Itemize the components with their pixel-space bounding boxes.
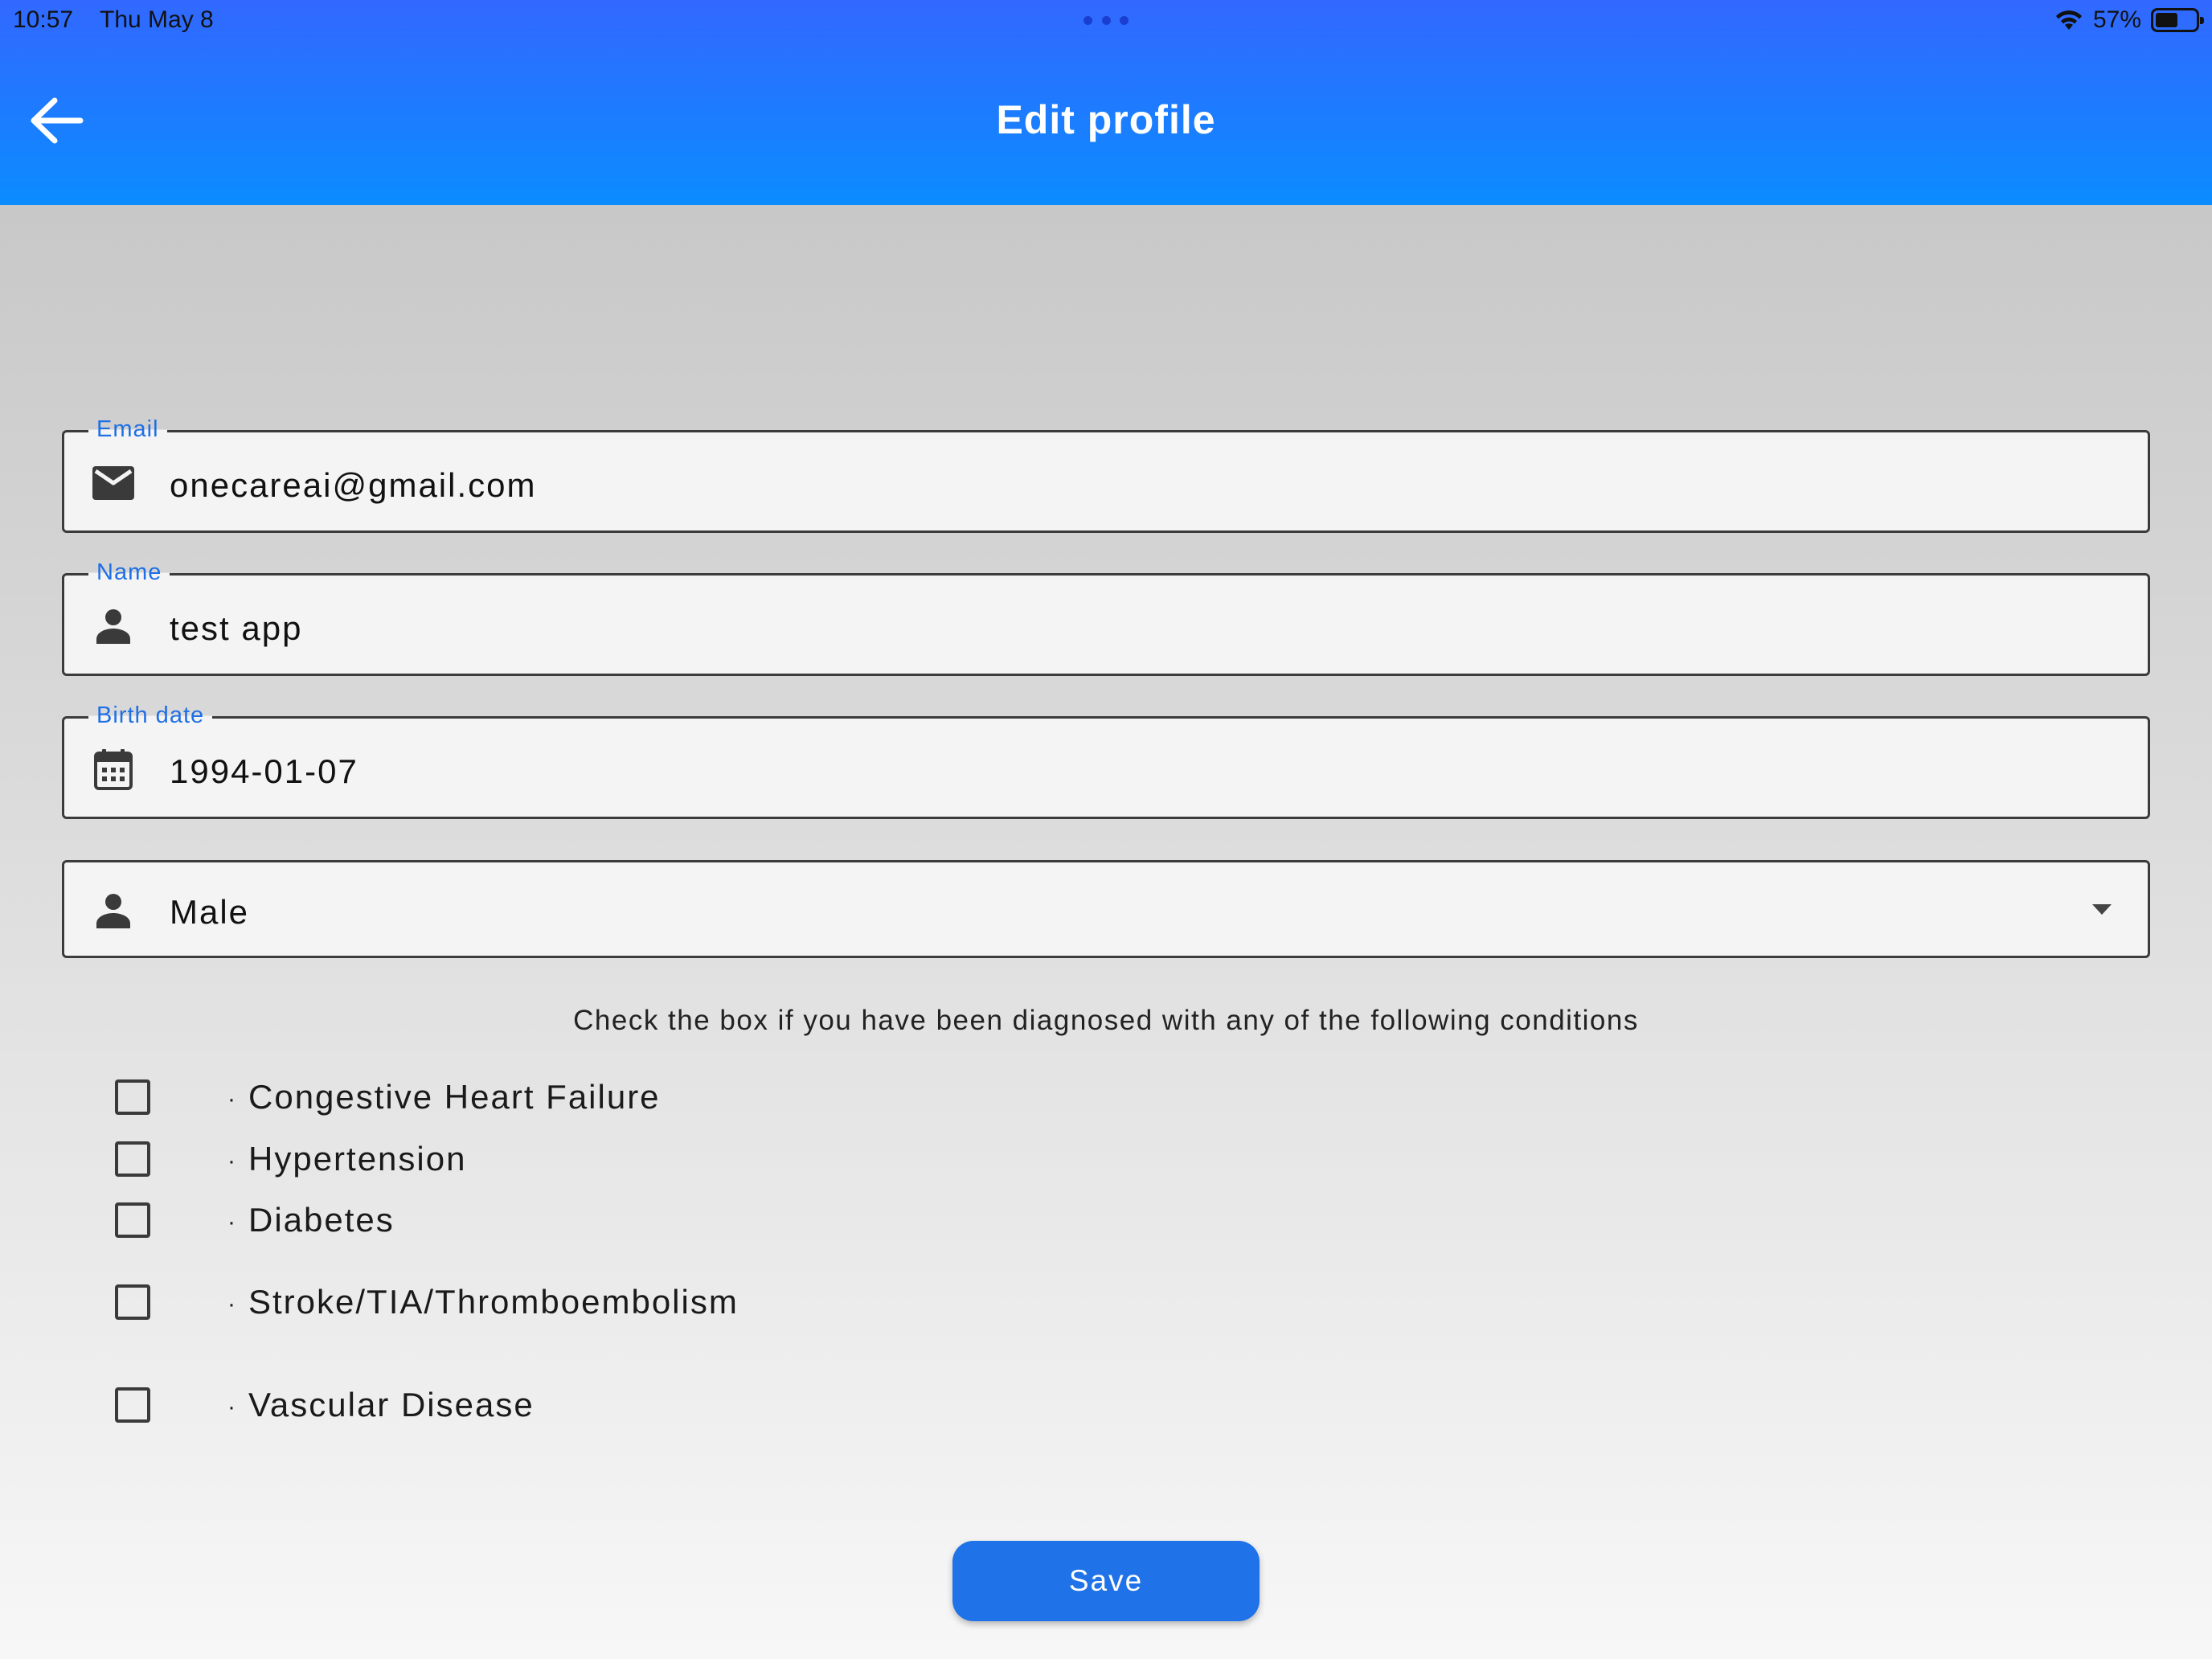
condition-label: · Diabetes — [227, 1201, 395, 1239]
gender-select[interactable]: Male — [62, 860, 2150, 958]
multitasking-dots-icon[interactable] — [1083, 16, 1129, 26]
person-icon — [91, 888, 136, 933]
condition-label: · Hypertension — [227, 1140, 467, 1178]
condition-item[interactable]: · Congestive Heart Failure — [115, 1073, 659, 1121]
condition-label: · Congestive Heart Failure — [227, 1078, 661, 1116]
save-button[interactable]: Save — [952, 1541, 1260, 1621]
battery-icon — [2151, 8, 2204, 32]
birth-date-label: Birth date — [88, 703, 213, 729]
vascular-disease-checkbox[interactable] — [115, 1387, 150, 1423]
condition-label: · Stroke/TIA/Thromboembolism — [227, 1283, 739, 1321]
status-indicators: 57% — [2054, 6, 2204, 34]
status-date: Thu May 8 — [100, 6, 214, 33]
wifi-icon — [2055, 10, 2082, 30]
condition-label: · Vascular Disease — [227, 1386, 535, 1423]
calendar-icon — [91, 747, 136, 792]
name-label: Name — [88, 559, 170, 586]
stroke-tia-checkbox[interactable] — [115, 1284, 150, 1320]
app-header: 10:57 Thu May 8 57% Edit profile — [0, 0, 2212, 205]
battery-percent: 57% — [2092, 6, 2141, 33]
chevron-down-icon[interactable] — [2092, 904, 2112, 915]
name-field[interactable]: Name test app — [62, 559, 2150, 676]
page-title: Edit profile — [996, 97, 1216, 142]
email-field[interactable]: Email onecareai@gmail.com — [62, 416, 2150, 533]
birth-date-field[interactable]: Birth date 1994-01-07 — [62, 703, 2150, 819]
battery-fill — [2156, 13, 2177, 27]
status-time: 10:57 — [13, 6, 74, 33]
person-icon — [91, 604, 136, 649]
condition-item[interactable]: · Hypertension — [115, 1135, 465, 1183]
email-input[interactable]: onecareai@gmail.com — [170, 466, 2018, 505]
diabetes-checkbox[interactable] — [115, 1202, 150, 1238]
name-input[interactable]: test app — [170, 609, 2018, 648]
birth-date-input[interactable]: 1994-01-07 — [170, 752, 2018, 791]
gender-value: Male — [170, 893, 250, 931]
condition-item[interactable]: · Vascular Disease — [115, 1381, 533, 1429]
condition-item[interactable]: · Stroke/TIA/Thromboembolism — [115, 1278, 737, 1326]
congestive-heart-failure-checkbox[interactable] — [115, 1079, 150, 1115]
status-bar: 10:57 Thu May 8 57% — [0, 0, 2212, 40]
envelope-icon — [91, 461, 136, 506]
hypertension-checkbox[interactable] — [115, 1141, 150, 1177]
condition-item[interactable]: · Diabetes — [115, 1196, 393, 1244]
email-label: Email — [88, 416, 167, 443]
conditions-instructions: Check the box if you have been diagnosed… — [573, 1005, 1639, 1036]
